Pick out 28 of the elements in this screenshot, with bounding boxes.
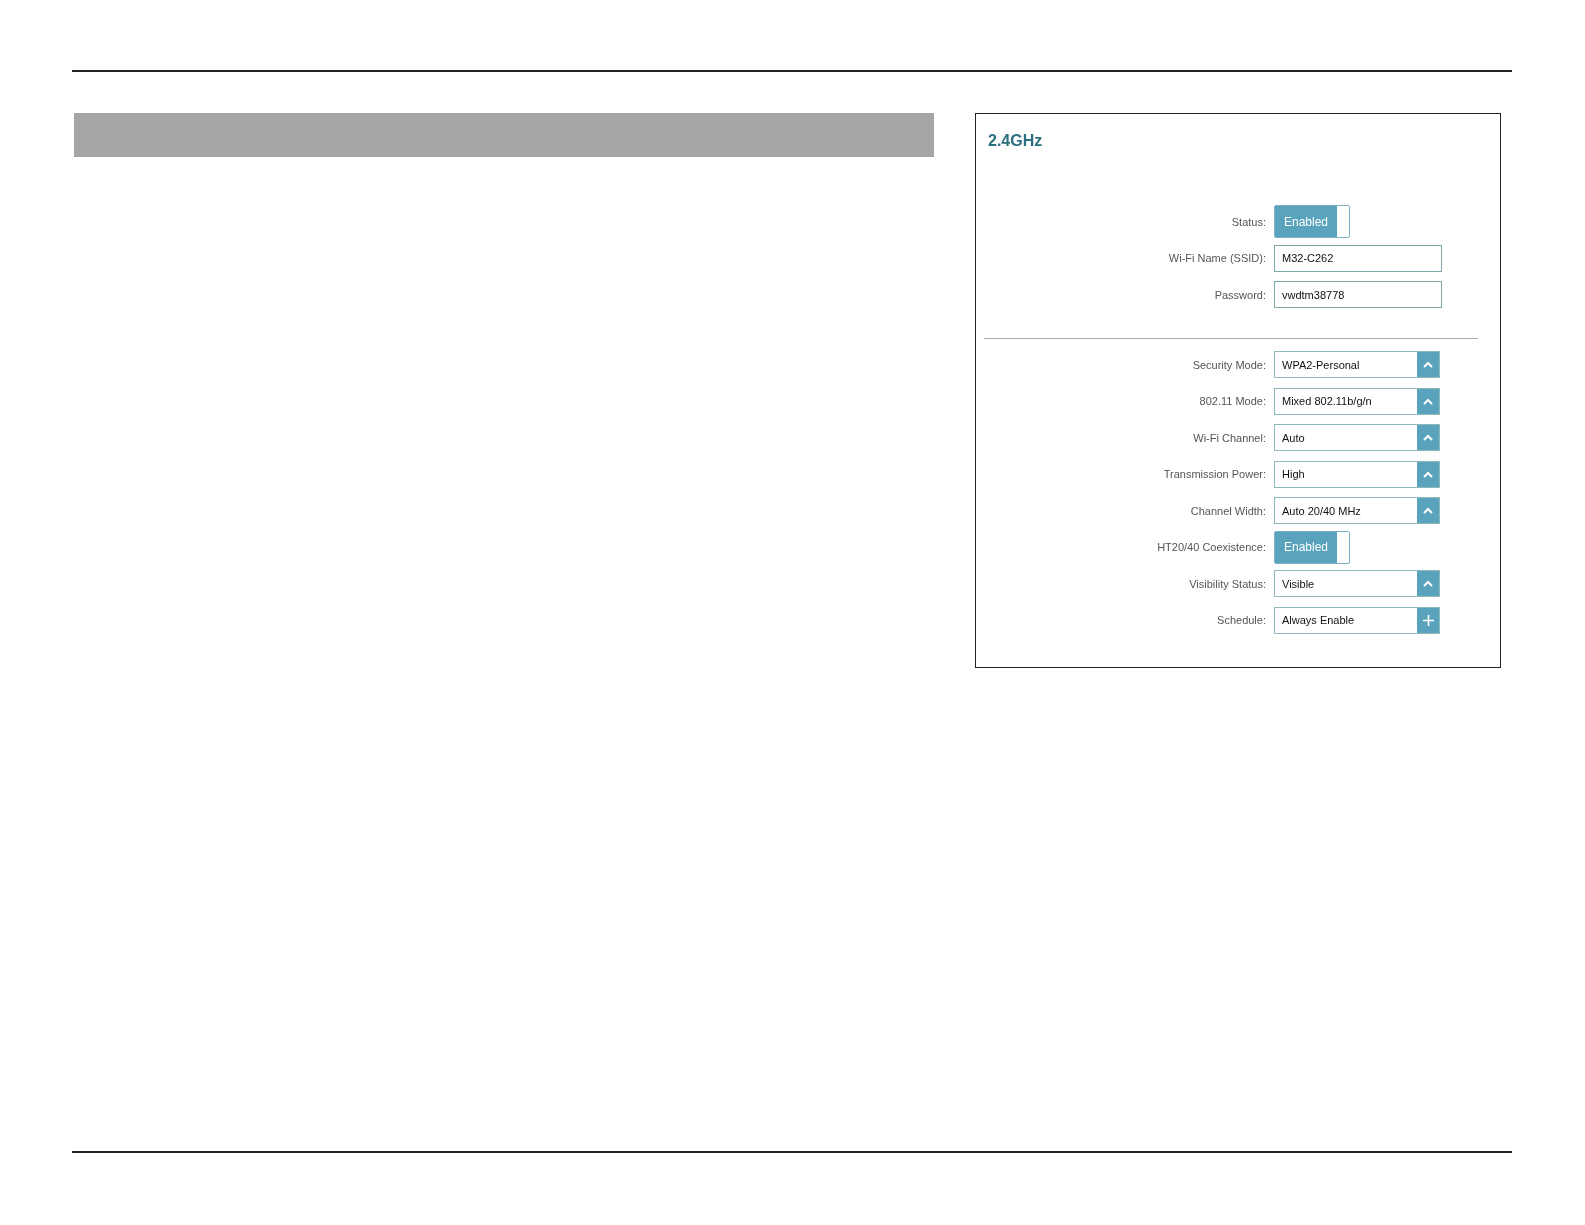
- dropdown-field[interactable]: High: [1274, 460, 1440, 488]
- chevron-up-icon: [1423, 470, 1433, 478]
- dropdown-field[interactable]: Visible: [1274, 570, 1440, 597]
- chevron-up-icon: [1423, 361, 1433, 368]
- field-label: Channel Width:: [1189, 504, 1266, 517]
- field-label: Security Mode:: [1191, 358, 1266, 371]
- chevron-up-icon: [1423, 397, 1433, 405]
- field-label: Wi-Fi Channel:: [1192, 431, 1266, 444]
- chevron-up-icon: [1423, 434, 1433, 441]
- input-field[interactable]: M32-C262: [1274, 244, 1442, 272]
- plus-icon: [1422, 614, 1434, 626]
- field-label: Status:: [1230, 215, 1266, 228]
- dropdown-field[interactable]: Always Enable: [1274, 606, 1440, 634]
- panel-title: 2.4GHz: [988, 132, 1044, 150]
- field-label: Schedule:: [1216, 614, 1266, 626]
- field-label: 802.11 Mode:: [1198, 395, 1266, 407]
- chevron-up-icon: [1423, 507, 1433, 514]
- dropdown-field[interactable]: WPA2-Personal: [1274, 351, 1440, 378]
- field-label: Transmission Power:: [1162, 468, 1266, 480]
- dropdown-field[interactable]: Auto: [1274, 424, 1440, 451]
- input-field[interactable]: vwdtm38778: [1274, 281, 1442, 308]
- field-label: Wi-Fi Name (SSID):: [1167, 252, 1266, 264]
- dropdown-field[interactable]: Auto 20/40 MHz: [1274, 497, 1440, 524]
- field-label: Password:: [1213, 288, 1266, 301]
- dropdown-field[interactable]: Mixed 802.11b/g/n: [1274, 387, 1440, 415]
- field-label: Visibility Status:: [1188, 577, 1266, 590]
- chevron-up-icon: [1423, 580, 1433, 587]
- field-label: HT20/40 Coexistence:: [1156, 541, 1266, 553]
